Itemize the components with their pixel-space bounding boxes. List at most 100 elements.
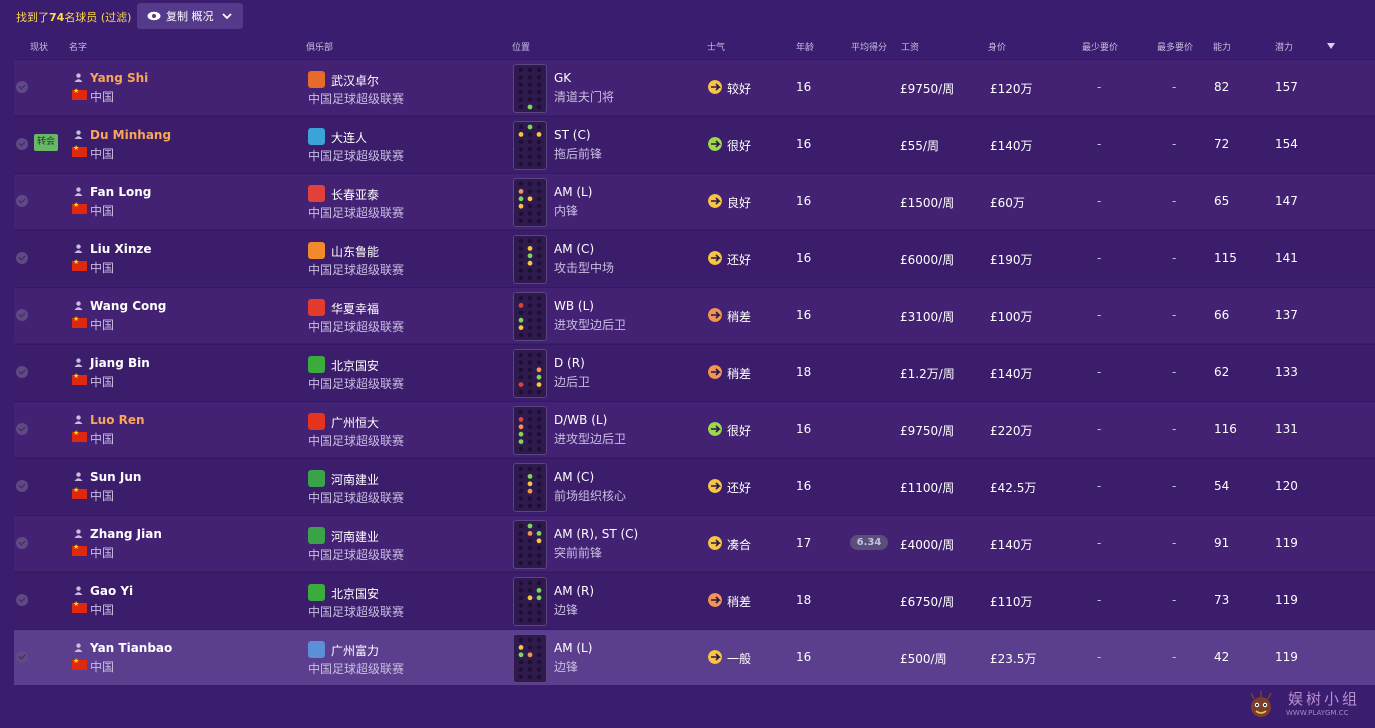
min-fee-value: -	[1097, 308, 1102, 322]
position-pitch-icon	[513, 349, 547, 398]
club-crest-icon	[308, 71, 325, 88]
china-flag-icon	[72, 429, 87, 442]
table-row[interactable]: Sun Jun 中国 河南建业中国足球超级联赛 AM (C) 前场组织核心 还好 16 £11…	[14, 458, 1375, 514]
col-status[interactable]: 现状	[30, 40, 48, 53]
shortlist-check-icon[interactable]	[16, 594, 28, 606]
max-fee-value: -	[1172, 251, 1177, 265]
position-pitch-icon	[513, 121, 547, 170]
col-min-fee[interactable]: 最少要价	[1082, 40, 1118, 53]
copy-overview-button[interactable]: 复制 概况	[137, 3, 243, 29]
table-row[interactable]: Yan Tianbao 中国 广州富力中国足球超级联赛 AM (L) 边锋 一般 16 £50…	[14, 629, 1375, 685]
table-row[interactable]: Jiang Bin 中国 北京国安中国足球超级联赛 D (R) 边后卫 稍差 18 £1.2万…	[14, 344, 1375, 400]
role-label: 内锋	[554, 204, 579, 218]
col-value[interactable]: 身价	[988, 40, 1006, 53]
club-link[interactable]: 广州富力	[331, 642, 379, 659]
shortlist-check-icon[interactable]	[16, 480, 28, 492]
min-fee-value: -	[1097, 137, 1102, 151]
club-link[interactable]: 大连人	[331, 129, 367, 146]
col-potential[interactable]: 潜力	[1275, 40, 1293, 53]
potential-value: 137	[1275, 308, 1298, 322]
club-link[interactable]: 长春亚泰	[331, 186, 379, 203]
position-label: WB (L)	[554, 299, 594, 313]
ability-value: 42	[1214, 650, 1230, 664]
transfer-value: £42.5万	[990, 481, 1037, 495]
role-label: 攻击型中场	[554, 261, 615, 275]
min-fee-value: -	[1097, 593, 1102, 607]
nation-label: 中国	[90, 375, 115, 389]
player-name-link[interactable]: Liu Xinze	[90, 242, 152, 256]
club-link[interactable]: 河南建业	[331, 471, 379, 488]
col-wage[interactable]: 工资	[901, 40, 919, 53]
club-link[interactable]: 广州恒大	[331, 414, 379, 431]
avg-rating-pill: 6.34	[850, 535, 888, 550]
col-club[interactable]: 俱乐部	[306, 40, 333, 53]
col-avg-rating[interactable]: 平均得分	[851, 40, 887, 53]
sort-desc-icon[interactable]	[1327, 43, 1335, 49]
table-row[interactable]: Luo Ren 中国 广州恒大中国足球超级联赛 D/WB (L) 进攻型边后卫 很好 16 £…	[14, 401, 1375, 457]
position-pitch-icon	[513, 235, 547, 284]
club-link[interactable]: 河南建业	[331, 528, 379, 545]
nation-label: 中国	[90, 489, 115, 503]
wage-value: £1.2万/周	[900, 367, 955, 381]
shortlist-check-icon[interactable]	[16, 366, 28, 378]
table-row[interactable]: Liu Xinze 中国 山东鲁能中国足球超级联赛 AM (C) 攻击型中场 还好 16 £6…	[14, 230, 1375, 286]
wage-value: £9750/周	[900, 82, 955, 96]
club-link[interactable]: 北京国安	[331, 357, 379, 374]
club-link[interactable]: 武汉卓尔	[331, 72, 379, 89]
table-row[interactable]: 转会 Du Minhang 中国 大连人中国足球超级联赛 ST (C) 拖后前锋 很好 16 £…	[14, 116, 1375, 172]
club-link[interactable]: 北京国安	[331, 585, 379, 602]
filter-link[interactable]: (过滤)	[101, 11, 132, 24]
shortlist-check-icon[interactable]	[16, 138, 28, 150]
club-link[interactable]: 山东鲁能	[331, 243, 379, 260]
shortlist-check-icon[interactable]	[16, 651, 28, 663]
col-morale[interactable]: 士气	[707, 40, 725, 53]
morale-label: 稍差	[727, 367, 752, 381]
col-max-fee[interactable]: 最多要价	[1157, 40, 1193, 53]
china-flag-icon	[72, 87, 87, 100]
shortlist-check-icon[interactable]	[16, 81, 28, 93]
league-label: 中国足球超级联赛	[308, 605, 405, 619]
nation-label: 中国	[90, 147, 115, 161]
shortlist-check-icon[interactable]	[16, 537, 28, 549]
morale-arrow-icon	[708, 650, 722, 664]
age-value: 16	[796, 251, 812, 265]
table-row[interactable]: Wang Cong 中国 华夏幸福中国足球超级联赛 WB (L) 进攻型边后卫 稍差 16 £…	[14, 287, 1375, 343]
nation-label: 中国	[90, 318, 115, 332]
col-name[interactable]: 名字	[69, 40, 87, 53]
copy-overview-label: 复制 概况	[166, 10, 214, 23]
chevron-down-icon[interactable]	[221, 12, 232, 20]
max-fee-value: -	[1172, 365, 1177, 379]
player-name-link[interactable]: Du Minhang	[90, 128, 171, 142]
person-icon	[74, 301, 83, 310]
transfer-value: £220万	[990, 424, 1033, 438]
table-row[interactable]: Zhang Jian 中国 河南建业中国足球超级联赛 AM (R), ST (C) 突前…	[14, 515, 1375, 571]
col-position[interactable]: 位置	[512, 40, 530, 53]
player-name-link[interactable]: Luo Ren	[90, 413, 145, 427]
table-row[interactable]: Fan Long 中国 长春亚泰中国足球超级联赛 AM (L) 内锋 良好 16 £1500/…	[14, 173, 1375, 229]
shortlist-check-icon[interactable]	[16, 252, 28, 264]
player-name-link[interactable]: Jiang Bin	[90, 356, 150, 370]
shortlist-check-icon[interactable]	[16, 195, 28, 207]
club-link[interactable]: 华夏幸福	[331, 300, 379, 317]
player-name-link[interactable]: Wang Cong	[90, 299, 166, 313]
col-age[interactable]: 年龄	[796, 40, 814, 53]
wage-value: £4000/周	[900, 538, 955, 552]
player-name-link[interactable]: Yan Tianbao	[90, 641, 172, 655]
player-name-link[interactable]: Yang Shi	[90, 71, 148, 85]
ability-value: 54	[1214, 479, 1230, 493]
table-row[interactable]: Yang Shi 中国 武汉卓尔中国足球超级联赛 GK 清道夫门将 较好 16 £9750/周…	[14, 59, 1375, 115]
player-name-link[interactable]: Zhang Jian	[90, 527, 162, 541]
shortlist-check-icon[interactable]	[16, 309, 28, 321]
player-name-link[interactable]: Fan Long	[90, 185, 151, 199]
toolbar: 找到了74名球员 (过滤) 复制 概况	[0, 0, 1375, 32]
position-pitch-icon	[513, 406, 547, 455]
table-row[interactable]: Gao Yi 中国 北京国安中国足球超级联赛 AM (R) 边锋 稍差 18 £6750/周 £…	[14, 572, 1375, 628]
watermark-text: 娱树小组	[1288, 690, 1361, 708]
player-name-link[interactable]: Sun Jun	[90, 470, 141, 484]
morale-label: 稍差	[727, 310, 752, 324]
morale-arrow-icon	[708, 251, 722, 265]
morale-arrow-icon	[708, 479, 722, 493]
shortlist-check-icon[interactable]	[16, 423, 28, 435]
player-name-link[interactable]: Gao Yi	[90, 584, 133, 598]
col-ability[interactable]: 能力	[1213, 40, 1231, 53]
